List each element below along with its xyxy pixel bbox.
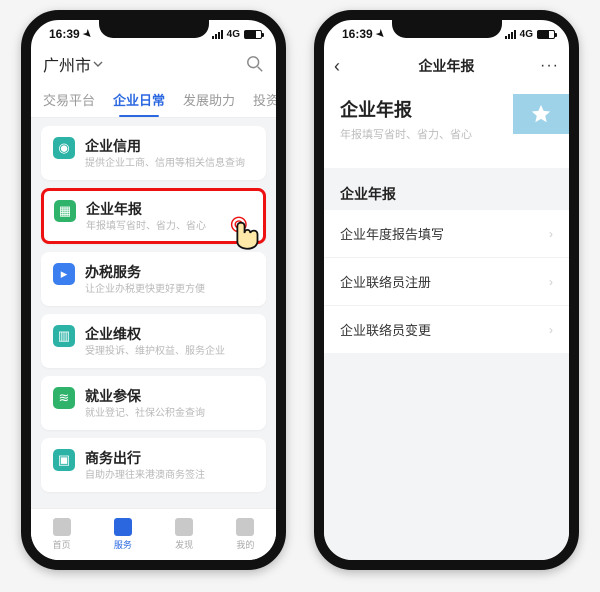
notch xyxy=(392,18,502,38)
card-sub: 自助办理往来港澳商务签注 xyxy=(85,470,205,482)
card-sub: 提供企业工商、信用等相关信息查询 xyxy=(85,158,245,170)
tab-trading[interactable]: 交易平台 xyxy=(41,82,97,117)
card-list[interactable]: ◉ 企业信用 提供企业工商、信用等相关信息查询 ▦ 企业年报 年报填写省时、省力… xyxy=(31,118,276,508)
favorite-badge[interactable] xyxy=(513,94,569,134)
row-label: 企业联络员变更 xyxy=(340,320,431,339)
card-employment[interactable]: ≋ 就业参保 就业登记、社保公积金查询 xyxy=(41,376,266,430)
employment-icon: ≋ xyxy=(53,387,75,409)
tab-me[interactable]: 我的 xyxy=(236,518,254,551)
row-label: 企业年度报告填写 xyxy=(340,224,444,243)
card-title: 就业参保 xyxy=(85,386,205,406)
section-title: 企业年报 xyxy=(324,168,569,210)
user-icon xyxy=(236,518,254,536)
tab-home[interactable]: 首页 xyxy=(53,518,71,551)
city-label: 广州市 xyxy=(43,52,91,76)
row-label: 企业联络员注册 xyxy=(340,272,431,291)
chevron-right-icon: › xyxy=(549,275,553,289)
shield-icon: ▥ xyxy=(53,325,75,347)
hero: 企业年报 年报填写省时、省力、省心 xyxy=(324,84,569,168)
nav-title: 企业年报 xyxy=(419,56,475,76)
chevron-right-icon: › xyxy=(549,323,553,337)
bottom-tabbar: 首页 服务 发现 我的 xyxy=(31,508,276,560)
tab-services[interactable]: 服务 xyxy=(114,518,132,551)
battery-icon xyxy=(537,30,555,39)
card-sub: 让企业办税更快更好更方便 xyxy=(85,284,205,296)
card-travel[interactable]: ▣ 商务出行 自助办理往来港澳商务签注 xyxy=(41,438,266,492)
signal-icon xyxy=(505,30,516,39)
row-liaison-register[interactable]: 企业联络员注册 › xyxy=(324,258,569,306)
header: 广州市 xyxy=(31,48,276,82)
home-icon xyxy=(53,518,71,536)
phone-right: 16:39 ➤ 4G ‹ 企业年报 ··· 企业年报 年报填写省时、省力、省心 … xyxy=(314,10,579,570)
card-credit[interactable]: ◉ 企业信用 提供企业工商、信用等相关信息查询 xyxy=(41,126,266,180)
location-icon: ➤ xyxy=(80,27,94,41)
card-title: 商务出行 xyxy=(85,448,205,468)
card-sub: 年报填写省时、省力、省心 xyxy=(86,221,206,233)
status-time: 16:39 xyxy=(342,27,373,41)
city-picker[interactable]: 广州市 xyxy=(43,52,103,76)
card-annual-report[interactable]: ▦ 企业年报 年报填写省时、省力、省心 xyxy=(41,188,266,244)
card-rights[interactable]: ▥ 企业维权 受理投诉、维护权益、服务企业 xyxy=(41,314,266,368)
tab-invest[interactable]: 投资项 xyxy=(251,82,276,117)
card-title: 企业维权 xyxy=(85,324,225,344)
card-title: 办税服务 xyxy=(85,262,205,282)
card-title: 企业年报 xyxy=(86,199,206,219)
tap-cursor-icon xyxy=(223,213,269,259)
status-network: 4G xyxy=(227,29,240,40)
star-icon xyxy=(530,103,552,125)
tab-discover[interactable]: 发现 xyxy=(175,518,193,551)
badge-icon: ◉ xyxy=(53,137,75,159)
signal-icon xyxy=(212,30,223,39)
tab-growth[interactable]: 发展助力 xyxy=(181,82,237,117)
services-icon xyxy=(114,518,132,536)
status-network: 4G xyxy=(520,29,533,40)
navbar: ‹ 企业年报 ··· xyxy=(324,48,569,84)
back-button[interactable]: ‹ xyxy=(334,56,340,77)
card-tax[interactable]: ▸ 办税服务 让企业办税更快更好更方便 xyxy=(41,252,266,306)
chevron-down-icon xyxy=(93,59,103,69)
car-icon: ▣ xyxy=(53,449,75,471)
more-button[interactable]: ··· xyxy=(540,57,559,75)
tax-icon: ▸ xyxy=(53,263,75,285)
discover-icon xyxy=(175,518,193,536)
search-icon[interactable] xyxy=(246,55,264,73)
row-annual-fill[interactable]: 企业年度报告填写 › xyxy=(324,210,569,258)
phone-left: 16:39 ➤ 4G 广州市 交易平台 企业日常 发展助力 投资项 ◉ xyxy=(21,10,286,570)
card-sub: 受理投诉、维护权益、服务企业 xyxy=(85,346,225,358)
status-time: 16:39 xyxy=(49,27,80,41)
tab-daily[interactable]: 企业日常 xyxy=(111,82,167,117)
menu-list: 企业年度报告填写 › 企业联络员注册 › 企业联络员变更 › xyxy=(324,210,569,353)
battery-icon xyxy=(244,30,262,39)
row-liaison-change[interactable]: 企业联络员变更 › xyxy=(324,306,569,353)
report-icon: ▦ xyxy=(54,200,76,222)
card-title: 企业信用 xyxy=(85,136,245,156)
location-icon: ➤ xyxy=(373,27,387,41)
card-sub: 就业登记、社保公积金查询 xyxy=(85,408,205,420)
chevron-right-icon: › xyxy=(549,227,553,241)
notch xyxy=(99,18,209,38)
category-tabs: 交易平台 企业日常 发展助力 投资项 xyxy=(31,82,276,118)
